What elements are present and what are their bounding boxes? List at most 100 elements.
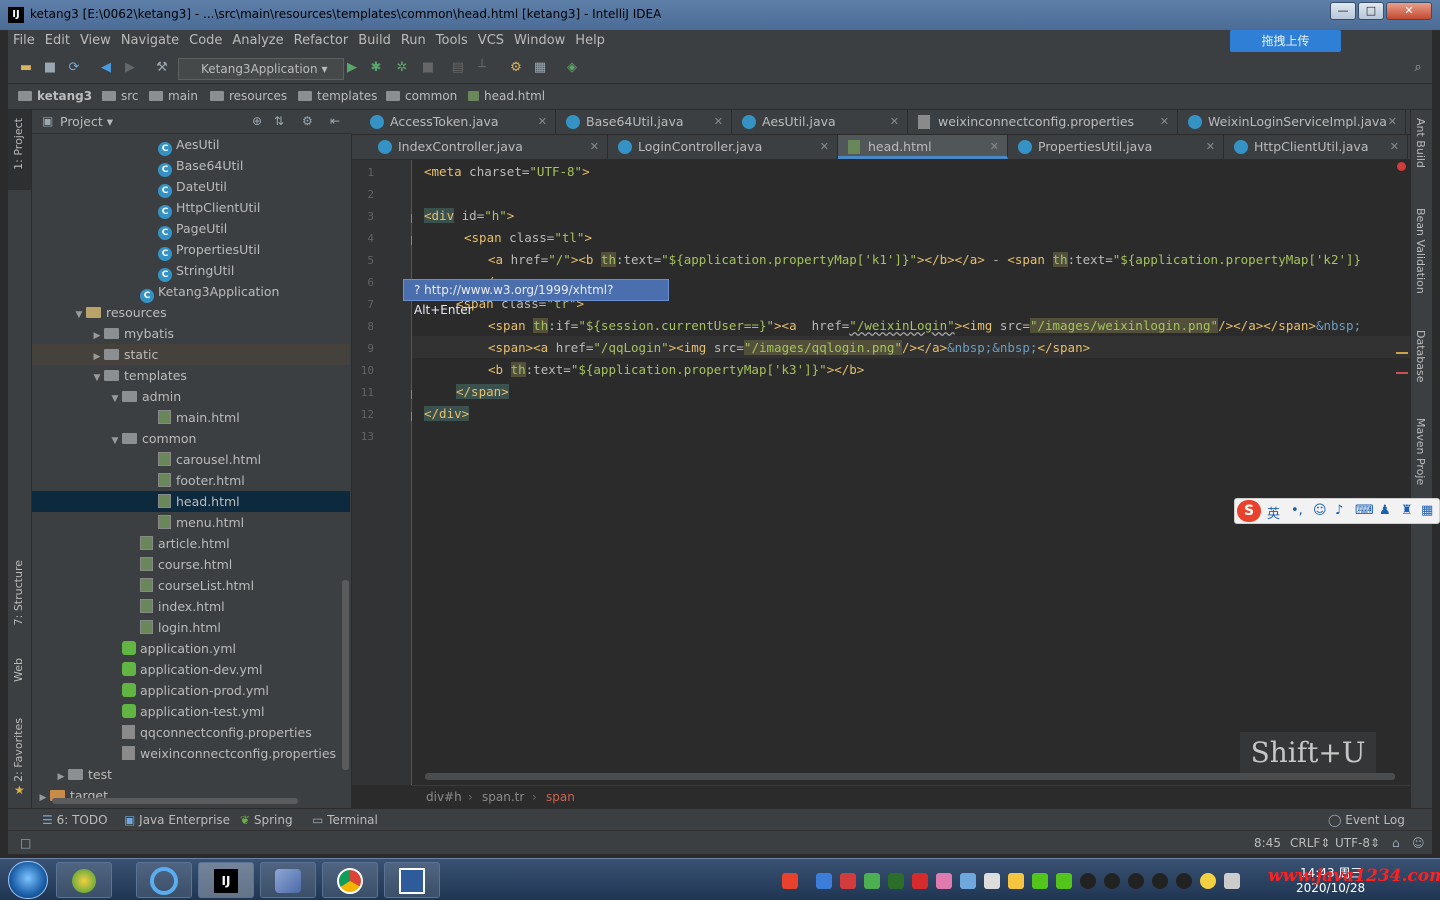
punct-icon[interactable]: •,	[1291, 503, 1303, 518]
crumb-project[interactable]: ketang3	[18, 89, 92, 103]
tab-favorites[interactable]: 2: Favorites	[12, 718, 25, 782]
tree-item[interactable]: ▼ resources	[32, 302, 350, 323]
tree-item[interactable]: ▼ admin	[32, 386, 350, 407]
error-indicator-icon[interactable]	[1397, 162, 1406, 171]
menu-help[interactable]: Help	[570, 30, 610, 48]
close-tab-icon[interactable]: ✕	[1160, 110, 1169, 134]
lock-icon[interactable]: ⌂	[1392, 836, 1400, 850]
mic-icon[interactable]: ♪	[1335, 503, 1343, 518]
run-config-select[interactable]: Ketang3Application ▾	[178, 58, 344, 80]
tray-icon[interactable]	[936, 873, 952, 889]
tab-database[interactable]: Database	[1414, 330, 1427, 383]
debug-icon[interactable]: ✱	[368, 60, 384, 76]
menu-analyze[interactable]: Analyze	[227, 30, 288, 48]
crumb-main[interactable]: main	[149, 89, 198, 103]
toolwindow-toggle-icon[interactable]: □	[20, 836, 31, 850]
taskbar-intellij[interactable]: IJ	[198, 862, 254, 898]
tree-item[interactable]: main.html	[32, 407, 350, 428]
menu-code[interactable]: Code	[184, 30, 227, 48]
tray-icon[interactable]	[1200, 873, 1216, 889]
crumb-file[interactable]: head.html	[468, 89, 545, 103]
gear-icon[interactable]: ⚙	[302, 114, 313, 128]
hide-icon[interactable]: ⇤	[330, 114, 340, 128]
tree-item[interactable]: ▶ mybatis	[32, 323, 350, 344]
sync-icon[interactable]: ⟳	[66, 60, 82, 76]
menu-view[interactable]: View	[75, 30, 116, 48]
sogou-tray-icon[interactable]	[782, 873, 798, 889]
tree-item[interactable]: C PageUtil	[32, 218, 350, 240]
tree-item[interactable]: courseList.html	[32, 575, 350, 596]
editor-hscrollbar[interactable]	[425, 773, 1395, 780]
close-tab-icon[interactable]: ✕	[1388, 110, 1397, 134]
tree-item[interactable]: footer.html	[32, 470, 350, 491]
menu-window[interactable]: Window	[509, 30, 570, 48]
minimize-button[interactable]: —	[1330, 2, 1356, 20]
search-icon[interactable]: ⌕	[1410, 60, 1426, 76]
emoji-icon[interactable]: ☺	[1313, 503, 1327, 518]
close-tab-icon[interactable]: ✕	[538, 110, 547, 134]
settings-icon[interactable]: ⚙	[508, 60, 524, 76]
tree-item[interactable]: application.yml	[32, 638, 350, 659]
tree-item[interactable]: C Ketang3Application	[32, 281, 350, 303]
tree-item[interactable]: ▼ common	[32, 428, 350, 449]
ime-toolbar[interactable]: S 英 •, ☺ ♪ ⌨ ♟ ♜ ▦	[1234, 498, 1440, 524]
grid-icon[interactable]: ▦	[1421, 503, 1433, 518]
menu-build[interactable]: Build	[353, 30, 396, 48]
editor-tab[interactable]: PropertiesUtil.java ✕	[1008, 135, 1224, 159]
crumb-resources[interactable]: resources	[210, 89, 287, 103]
sogou-icon[interactable]: S	[1237, 500, 1261, 522]
crumb-templates[interactable]: templates	[298, 89, 377, 103]
hierarchy-icon[interactable]: ┴	[474, 60, 490, 76]
project-structure-icon[interactable]: ▦	[532, 60, 548, 76]
tab-project[interactable]: 1: Project	[12, 118, 25, 170]
qq-icon[interactable]	[1152, 873, 1168, 889]
build-icon[interactable]: ⚒	[154, 60, 170, 76]
crumb-src[interactable]: src	[102, 89, 139, 103]
run-icon[interactable]: ▶	[344, 60, 360, 76]
tree-item[interactable]: menu.html	[32, 512, 350, 533]
close-button[interactable]: ✕	[1386, 2, 1432, 20]
forward-icon[interactable]: ▶	[122, 60, 138, 76]
tree-item[interactable]: C Base64Util	[32, 155, 350, 177]
editor-tab[interactable]: HttpClientUtil.java ✕	[1224, 135, 1408, 159]
tray-icon[interactable]	[1008, 873, 1024, 889]
breadcrumb-span[interactable]: span	[546, 790, 575, 804]
editor-tab[interactable]: head.html ✕	[838, 135, 1008, 159]
tree-item[interactable]: carousel.html	[32, 449, 350, 470]
editor-tab[interactable]: LoginController.java ✕	[608, 135, 838, 159]
menu-edit[interactable]: Edit	[40, 30, 75, 48]
tree-item[interactable]: article.html	[32, 533, 350, 554]
line-separator[interactable]: CRLF⇕	[1290, 836, 1330, 850]
back-icon[interactable]: ◀	[98, 60, 114, 76]
tree-item[interactable]: course.html	[32, 554, 350, 575]
breadcrumb-div[interactable]: div#h	[426, 790, 462, 804]
taskbar-app-4[interactable]	[260, 862, 316, 898]
inspector-icon[interactable]: ☺	[1412, 836, 1425, 850]
tree-item[interactable]: ▼ templates	[32, 365, 350, 386]
tray-icon[interactable]	[912, 873, 928, 889]
java-enterprise-tab[interactable]: ▣ Java Enterprise	[124, 813, 230, 827]
editor-tab[interactable]: weixinconnectconfig.properties ✕	[908, 110, 1178, 134]
qq-icon[interactable]	[1104, 873, 1120, 889]
wechat-icon[interactable]	[1056, 873, 1072, 889]
menu-run[interactable]: Run	[396, 30, 431, 48]
tree-item[interactable]: C PropertiesUtil	[32, 239, 350, 261]
start-button[interactable]	[8, 861, 48, 899]
structure-icon[interactable]: ▤	[450, 60, 466, 76]
editor-tab[interactable]: AesUtil.java ✕	[732, 110, 908, 134]
keyboard-icon[interactable]: ⌨	[1355, 503, 1374, 518]
coverage-icon[interactable]: ✲	[394, 60, 410, 76]
stop-icon[interactable]: ■	[420, 60, 436, 76]
tray-icon[interactable]	[960, 873, 976, 889]
close-tab-icon[interactable]: ✕	[890, 110, 899, 134]
tray-icon[interactable]	[840, 873, 856, 889]
maximize-button[interactable]: □	[1358, 2, 1384, 20]
expand-arrow-icon[interactable]: ▶	[36, 788, 50, 809]
shield-icon[interactable]	[864, 873, 880, 889]
spring-tab[interactable]: ❦ Spring	[240, 813, 293, 827]
tree-item[interactable]: C DateUtil	[32, 176, 350, 198]
collapse-icon[interactable]: ⇅	[274, 114, 284, 128]
tree-item[interactable]: application-test.yml	[32, 701, 350, 722]
taskbar-chrome[interactable]	[322, 862, 378, 898]
tab-maven[interactable]: Maven Proje	[1414, 418, 1427, 485]
